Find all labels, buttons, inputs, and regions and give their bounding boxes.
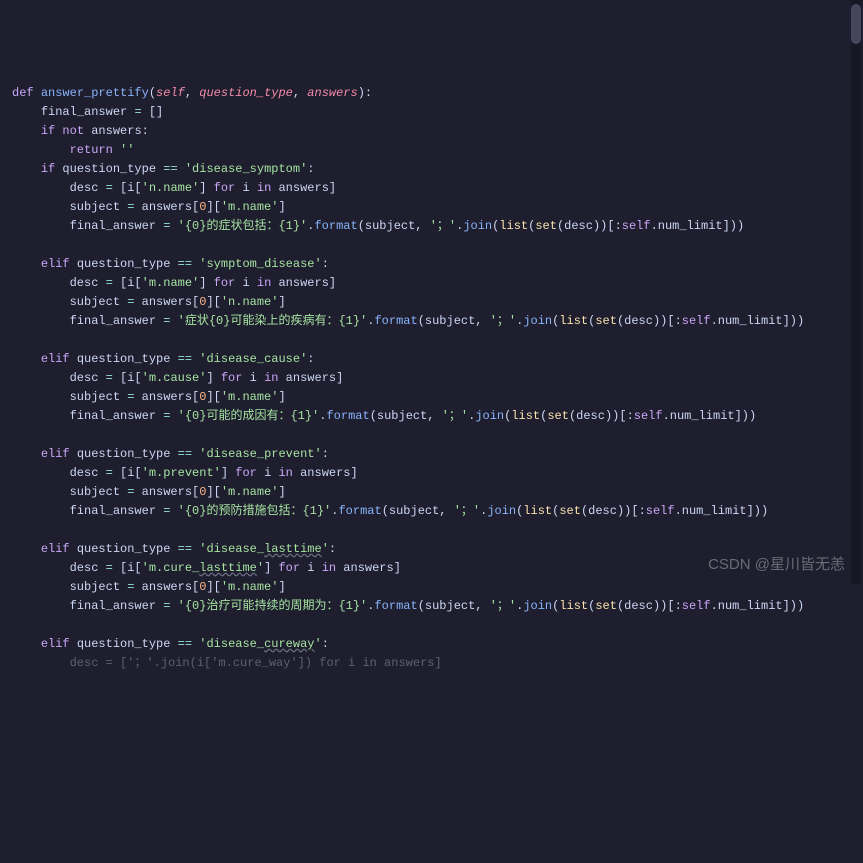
watermark: CSDN @星川皆无恙 — [708, 555, 845, 574]
scrollbar-thumb[interactable] — [851, 4, 861, 44]
code-block: def answer_prettify(self, question_type,… — [12, 84, 863, 673]
scrollbar-track[interactable] — [851, 0, 861, 584]
